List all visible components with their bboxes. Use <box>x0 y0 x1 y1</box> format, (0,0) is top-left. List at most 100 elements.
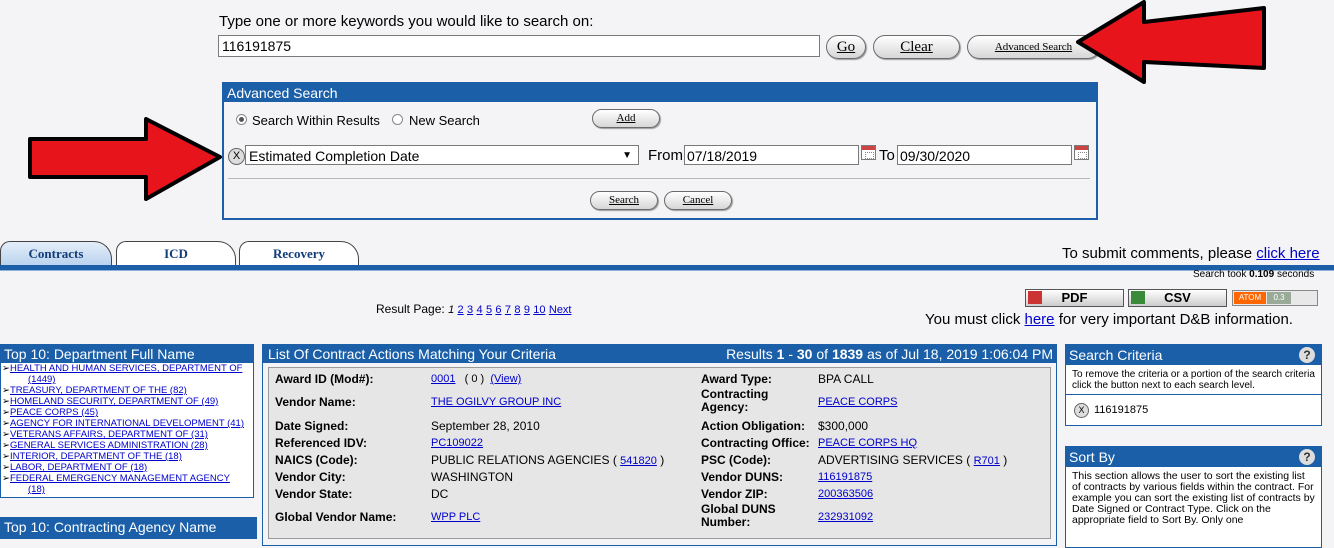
action-obligation-value: $300,000 <box>818 419 869 433</box>
date-signed-label: Date Signed: <box>275 419 349 433</box>
add-criteria-button[interactable]: Add <box>592 109 660 128</box>
naics-close: ) <box>660 453 665 467</box>
timing-value: 0.109 <box>1249 269 1275 280</box>
to-label: To <box>879 147 895 164</box>
list-item: ➢LABOR, DEPARTMENT OF (18) <box>2 462 148 473</box>
search-button[interactable]: Search <box>590 191 658 210</box>
department-count[interactable]: (18) <box>2 484 253 495</box>
cancel-button[interactable]: Cancel <box>664 191 732 210</box>
pagination-page[interactable]: 3 <box>467 304 473 316</box>
contracting-agency-link[interactable]: PEACE CORPS <box>818 396 897 408</box>
pdf-export-button[interactable]: PDF <box>1025 289 1124 307</box>
department-link[interactable]: FEDERAL EMERGENCY MANAGEMENT AGENCY <box>10 473 230 484</box>
pagination-page[interactable]: 10 <box>533 304 545 316</box>
department-link[interactable]: AGENCY FOR INTERNATIONAL DEVELOPMENT (41… <box>10 418 244 429</box>
date-signed-value: September 28, 2010 <box>431 419 540 433</box>
global-vendor-link[interactable]: WPP PLC <box>431 511 480 523</box>
contract-record: Award ID (Mod#): 0001 ( 0 ) (View) Vendo… <box>268 367 1051 539</box>
naics-code-link[interactable]: 541820 <box>620 455 657 467</box>
csv-label: CSV <box>1164 290 1191 305</box>
clear-button[interactable]: Clear <box>873 35 960 59</box>
dnb-notice: You must click here for very important D… <box>925 311 1293 328</box>
tab-recovery[interactable]: Recovery <box>239 241 359 266</box>
pagination-page[interactable]: 8 <box>514 304 520 316</box>
calendar-icon[interactable] <box>861 145 876 160</box>
search-within-results-radio[interactable] <box>236 114 247 125</box>
naics-label: NAICS (Code): <box>275 453 358 467</box>
comments-link[interactable]: click here <box>1256 245 1319 262</box>
department-link[interactable]: HEALTH AND HUMAN SERVICES, DEPARTMENT OF <box>10 363 242 374</box>
department-link[interactable]: TREASURY, DEPARTMENT OF THE (82) <box>10 385 187 396</box>
vendor-name-link[interactable]: THE OGILVY GROUP INC <box>431 396 561 408</box>
top10-department-title: Top 10: Department Full Name <box>1 345 253 363</box>
naics-text: PUBLIC RELATIONS AGENCIES ( <box>431 453 617 467</box>
red-arrow-icon <box>1076 0 1266 84</box>
help-icon[interactable]: ? <box>1299 449 1315 465</box>
keyword-search-input[interactable]: 116191875 <box>218 35 820 57</box>
vendor-zip-link[interactable]: 200363506 <box>818 488 873 500</box>
calendar-icon[interactable] <box>1074 145 1089 160</box>
department-list: ➢HEALTH AND HUMAN SERVICES, DEPARTMENT O… <box>1 363 253 495</box>
department-link[interactable]: HOMELAND SECURITY, DEPARTMENT OF (49) <box>10 396 218 407</box>
department-link[interactable]: LABOR, DEPARTMENT OF (18) <box>10 462 147 473</box>
csv-export-button[interactable]: CSV <box>1128 289 1227 307</box>
pagination-page[interactable]: 5 <box>486 304 492 316</box>
help-icon[interactable]: ? <box>1299 347 1315 363</box>
go-button[interactable]: Go <box>826 35 866 59</box>
field-select-value: Estimated Completion Date <box>249 148 420 164</box>
pdf-icon <box>1028 291 1042 304</box>
tab-contracts[interactable]: Contracts <box>0 241 112 266</box>
vendor-duns-link[interactable]: 116191875 <box>818 471 872 483</box>
psc-close: ) <box>1003 453 1008 467</box>
vendor-city-label: Vendor City: <box>275 470 346 484</box>
list-item: ➢HEALTH AND HUMAN SERVICES, DEPARTMENT O… <box>2 363 253 385</box>
global-duns-link[interactable]: 232931092 <box>818 511 873 523</box>
award-type-value: BPA CALL <box>818 372 874 386</box>
results-prefix: Results <box>726 346 777 362</box>
field-select[interactable]: Estimated Completion Date ▼ <box>245 145 639 165</box>
search-within-results-label: Search Within Results <box>252 113 380 128</box>
go-button-label: Go <box>836 39 856 55</box>
to-date-input[interactable]: 09/30/2020 <box>897 145 1072 165</box>
department-link[interactable]: INTERIOR, DEPARTMENT OF THE (18) <box>10 451 182 462</box>
contracting-agency-label-line2: Agency: <box>701 400 749 414</box>
department-link[interactable]: VETERANS AFFAIRS, DEPARTMENT OF (31) <box>10 429 208 440</box>
sort-by-description: This section allows the user to sort the… <box>1072 470 1315 526</box>
referenced-idv-link[interactable]: PC109022 <box>431 437 483 449</box>
search-timing: Search took 0.109 seconds <box>1193 269 1314 280</box>
pagination-page[interactable]: 6 <box>495 304 501 316</box>
clear-button-label: Clear <box>900 39 933 55</box>
pagination-page[interactable]: 2 <box>458 304 464 316</box>
pagination-page[interactable]: 7 <box>505 304 511 316</box>
from-date-input[interactable]: 07/18/2019 <box>684 145 859 165</box>
search-button-label: Search <box>609 194 639 206</box>
pdf-label: PDF <box>1061 290 1088 305</box>
dnb-link[interactable]: here <box>1025 311 1055 328</box>
contracting-office-link[interactable]: PEACE CORPS HQ <box>818 437 917 449</box>
pagination-next[interactable]: Next <box>549 304 572 316</box>
results-summary: Results 1 - 30 of 1839 as of Jul 18, 201… <box>726 345 1053 363</box>
tab-icd[interactable]: ICD <box>116 241 236 266</box>
list-item: ➢VETERANS AFFAIRS, DEPARTMENT OF (31) <box>2 429 208 440</box>
department-link[interactable]: GENERAL SERVICES ADMINISTRATION (28) <box>10 440 208 451</box>
psc-code-link[interactable]: R701 <box>974 455 1000 467</box>
dnb-prefix: You must click <box>925 311 1025 328</box>
pagination-page[interactable]: 9 <box>524 304 530 316</box>
naics-value: PUBLIC RELATIONS AGENCIES ( 541820 ) <box>431 453 664 467</box>
vendor-zip-label: Vendor ZIP: <box>701 487 768 501</box>
remove-criteria-button[interactable]: X <box>1074 403 1089 418</box>
department-count[interactable]: (1449) <box>2 374 253 385</box>
results-as-of: as of Jul 18, 2019 1:06:04 PM <box>863 346 1053 362</box>
view-link[interactable]: (View) <box>490 373 521 385</box>
new-search-radio[interactable] <box>392 114 403 125</box>
action-obligation-label: Action Obligation: <box>701 419 805 433</box>
top10-department-box: Top 10: Department Full Name ➢HEALTH AND… <box>0 344 254 498</box>
list-item: ➢TREASURY, DEPARTMENT OF THE (82) <box>2 385 187 396</box>
award-id-link[interactable]: 0001 <box>431 373 455 385</box>
department-link[interactable]: PEACE CORPS (45) <box>10 407 98 418</box>
atom-feed-button[interactable]: ATOM 0.3 <box>1232 290 1318 306</box>
pagination-page[interactable]: 4 <box>476 304 482 316</box>
results-range-end: 30 <box>796 346 813 362</box>
pagination-current: 1 <box>448 304 455 316</box>
remove-criteria-button[interactable]: X <box>228 148 245 165</box>
